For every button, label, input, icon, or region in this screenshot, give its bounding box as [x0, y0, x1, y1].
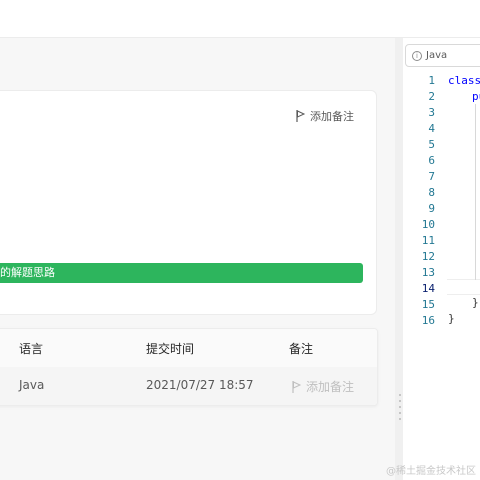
grip-dot	[399, 400, 401, 402]
column-header-language: 语言	[19, 342, 44, 356]
line-number: 13	[421, 266, 435, 279]
language-select-value: Java	[426, 50, 448, 61]
code-line-15: }	[472, 296, 479, 309]
row-add-note-button[interactable]: 添加备注	[292, 378, 354, 395]
flag-icon	[292, 380, 302, 393]
line-number: 6	[428, 154, 435, 167]
grip-dot	[399, 394, 401, 396]
column-header-note: 备注	[289, 342, 314, 356]
code-line-16: }	[448, 312, 455, 325]
language-select[interactable]: i Java	[405, 44, 480, 67]
line-number: 1	[428, 74, 435, 87]
add-note-link[interactable]: 添加备注	[296, 108, 354, 124]
line-number: 10	[421, 218, 435, 231]
solution-approach-bar[interactable]: 的解题思路	[0, 263, 363, 283]
code-line-2: pu	[472, 90, 480, 103]
active-line-highlight	[447, 279, 480, 295]
add-note-label: 添加备注	[310, 110, 354, 123]
grip-dot	[399, 406, 401, 408]
line-number: 16	[421, 314, 435, 327]
line-number: 2	[428, 90, 435, 103]
grip-dot	[399, 412, 401, 414]
info-icon: i	[412, 50, 422, 61]
solution-approach-label: 的解题思路	[0, 266, 55, 279]
line-number: 14	[421, 282, 435, 295]
line-number: 8	[428, 186, 435, 199]
watermark: @稀土掘金技术社区	[386, 466, 476, 477]
flag-icon	[296, 110, 306, 122]
line-number: 5	[428, 138, 435, 151]
line-number: 12	[421, 250, 435, 263]
cell-submit-time: 2021/07/27 18:57	[146, 378, 254, 392]
code-line-1: class	[448, 74, 480, 87]
indent-guide	[475, 104, 476, 280]
line-number: 11	[421, 234, 435, 247]
line-number: 7	[428, 170, 435, 183]
top-toolbar	[0, 0, 480, 38]
line-number: 4	[428, 122, 435, 135]
row-add-note-label: 添加备注	[306, 380, 355, 394]
line-number: 3	[428, 106, 435, 119]
line-number: 9	[428, 202, 435, 215]
cell-language: Java	[19, 378, 45, 392]
line-number: 15	[421, 298, 435, 311]
column-header-submit-time: 提交时间	[146, 342, 195, 356]
grip-dot	[399, 418, 401, 420]
